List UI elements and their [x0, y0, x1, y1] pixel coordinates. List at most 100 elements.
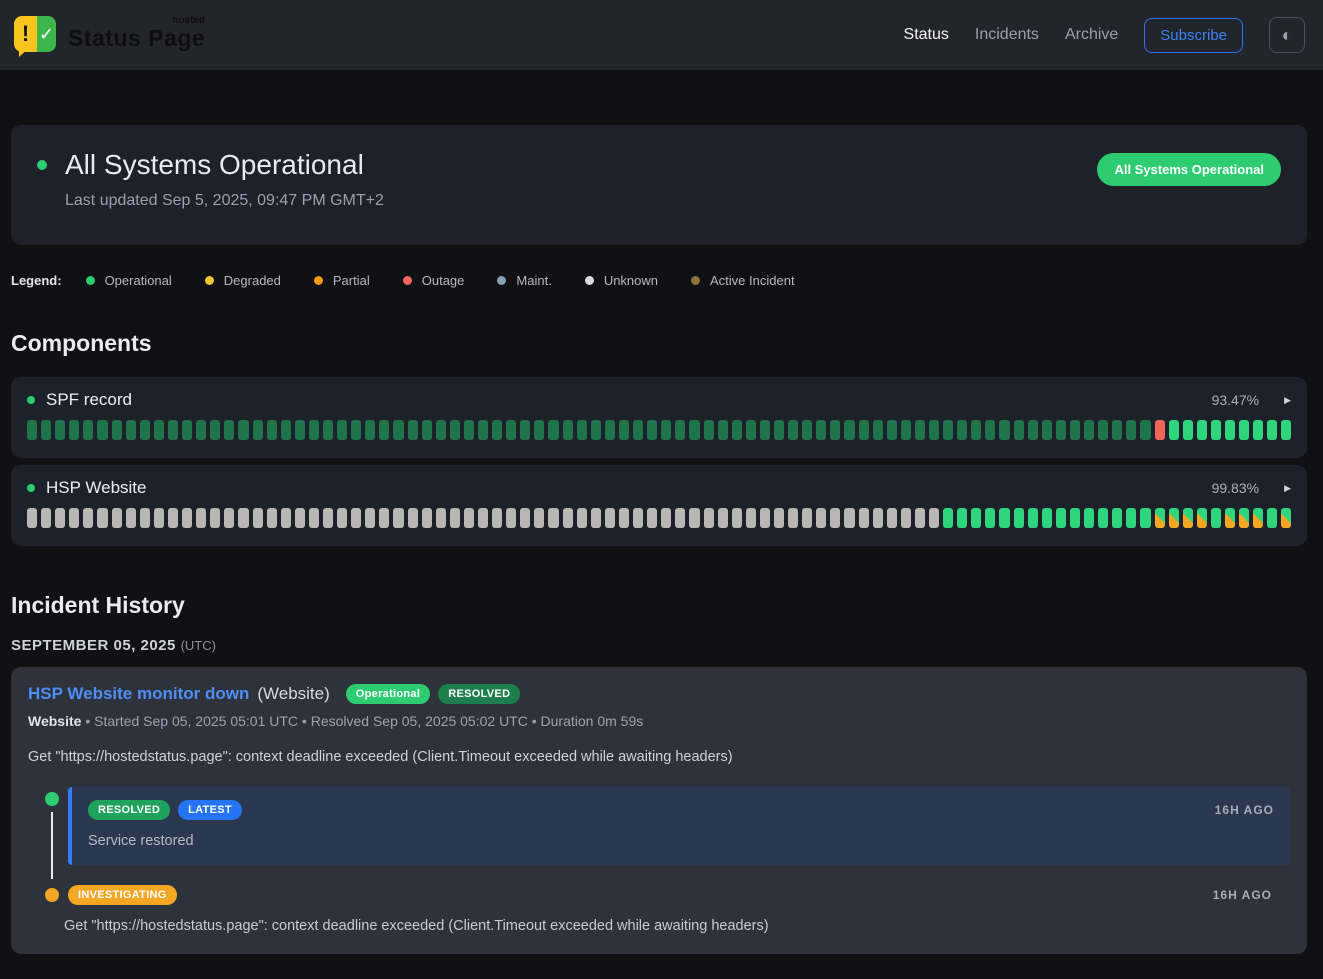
- uptime-bar[interactable]: [422, 508, 432, 528]
- uptime-bar[interactable]: [1155, 508, 1165, 528]
- uptime-bar[interactable]: [1042, 420, 1052, 440]
- uptime-bar[interactable]: [718, 508, 728, 528]
- uptime-bar[interactable]: [140, 508, 150, 528]
- uptime-bar[interactable]: [802, 420, 812, 440]
- uptime-bar[interactable]: [563, 420, 573, 440]
- uptime-bar[interactable]: [69, 508, 79, 528]
- uptime-bar[interactable]: [1225, 508, 1235, 528]
- uptime-bar[interactable]: [27, 420, 37, 440]
- uptime-bar[interactable]: [506, 508, 516, 528]
- uptime-bar[interactable]: [1183, 508, 1193, 528]
- uptime-bar[interactable]: [1098, 508, 1108, 528]
- uptime-bar[interactable]: [281, 420, 291, 440]
- uptime-bar[interactable]: [1169, 508, 1179, 528]
- uptime-bar[interactable]: [154, 420, 164, 440]
- uptime-bar[interactable]: [915, 508, 925, 528]
- uptime-bar[interactable]: [985, 508, 995, 528]
- uptime-bar[interactable]: [591, 508, 601, 528]
- component-header[interactable]: SPF record93.47%▶: [27, 390, 1291, 410]
- uptime-bar[interactable]: [971, 508, 981, 528]
- uptime-bar[interactable]: [309, 508, 319, 528]
- nav-incidents[interactable]: Incidents: [975, 26, 1039, 44]
- uptime-bar[interactable]: [746, 420, 756, 440]
- incident-title-link[interactable]: HSP Website monitor down: [28, 684, 249, 704]
- uptime-bar[interactable]: [464, 508, 474, 528]
- uptime-bar[interactable]: [1281, 508, 1291, 528]
- uptime-bar[interactable]: [704, 508, 714, 528]
- uptime-bar[interactable]: [365, 508, 375, 528]
- uptime-bar[interactable]: [55, 508, 65, 528]
- uptime-bar[interactable]: [534, 420, 544, 440]
- uptime-bar[interactable]: [253, 420, 263, 440]
- uptime-bar[interactable]: [393, 420, 403, 440]
- uptime-bar[interactable]: [1084, 420, 1094, 440]
- uptime-bar[interactable]: [436, 420, 446, 440]
- uptime-bar[interactable]: [1112, 508, 1122, 528]
- uptime-bar[interactable]: [774, 508, 784, 528]
- uptime-bar[interactable]: [337, 420, 347, 440]
- uptime-bar[interactable]: [224, 508, 234, 528]
- uptime-bar[interactable]: [647, 508, 657, 528]
- uptime-bar[interactable]: [661, 420, 671, 440]
- uptime-bar[interactable]: [323, 420, 333, 440]
- uptime-bar[interactable]: [210, 420, 220, 440]
- uptime-bar[interactable]: [619, 508, 629, 528]
- uptime-bar[interactable]: [112, 508, 122, 528]
- uptime-bar[interactable]: [957, 508, 967, 528]
- expand-triangle-icon[interactable]: ▶: [1284, 483, 1291, 494]
- uptime-bar[interactable]: [943, 420, 953, 440]
- uptime-bar[interactable]: [238, 508, 248, 528]
- uptime-bar[interactable]: [1056, 420, 1066, 440]
- uptime-bar[interactable]: [1014, 508, 1024, 528]
- expand-triangle-icon[interactable]: ▶: [1284, 395, 1291, 406]
- uptime-bar[interactable]: [746, 508, 756, 528]
- uptime-bar[interactable]: [238, 420, 248, 440]
- uptime-bar[interactable]: [605, 508, 615, 528]
- uptime-bar[interactable]: [816, 420, 826, 440]
- component-card[interactable]: HSP Website99.83%▶: [11, 465, 1307, 546]
- uptime-bar[interactable]: [1070, 420, 1080, 440]
- uptime-bar[interactable]: [1126, 420, 1136, 440]
- uptime-bar[interactable]: [281, 508, 291, 528]
- uptime-bar[interactable]: [563, 508, 573, 528]
- uptime-bar[interactable]: [323, 508, 333, 528]
- uptime-bar[interactable]: [704, 420, 714, 440]
- uptime-bar[interactable]: [1042, 508, 1052, 528]
- uptime-bar[interactable]: [844, 420, 854, 440]
- uptime-bar[interactable]: [1028, 508, 1038, 528]
- uptime-bar[interactable]: [1183, 420, 1193, 440]
- uptime-bar[interactable]: [605, 420, 615, 440]
- uptime-bar[interactable]: [548, 420, 558, 440]
- uptime-bar[interactable]: [859, 508, 869, 528]
- uptime-bar[interactable]: [1126, 508, 1136, 528]
- uptime-bar[interactable]: [816, 508, 826, 528]
- uptime-bar[interactable]: [1098, 420, 1108, 440]
- uptime-bar[interactable]: [844, 508, 854, 528]
- uptime-bar[interactable]: [1112, 420, 1122, 440]
- uptime-bar[interactable]: [887, 420, 897, 440]
- uptime-bar[interactable]: [1014, 420, 1024, 440]
- uptime-bar[interactable]: [69, 420, 79, 440]
- uptime-bar[interactable]: [943, 508, 953, 528]
- uptime-bar[interactable]: [887, 508, 897, 528]
- uptime-bar[interactable]: [41, 420, 51, 440]
- uptime-bar[interactable]: [520, 420, 530, 440]
- uptime-bar[interactable]: [732, 508, 742, 528]
- uptime-bar[interactable]: [267, 420, 277, 440]
- uptime-bar[interactable]: [859, 420, 869, 440]
- uptime-bar[interactable]: [788, 508, 798, 528]
- uptime-bar[interactable]: [802, 508, 812, 528]
- uptime-bar[interactable]: [140, 420, 150, 440]
- uptime-bar[interactable]: [1084, 508, 1094, 528]
- uptime-bar[interactable]: [548, 508, 558, 528]
- uptime-bar[interactable]: [408, 420, 418, 440]
- uptime-bar[interactable]: [971, 420, 981, 440]
- uptime-bar[interactable]: [295, 420, 305, 440]
- uptime-bar[interactable]: [408, 508, 418, 528]
- uptime-bar[interactable]: [591, 420, 601, 440]
- uptime-bar[interactable]: [450, 420, 460, 440]
- uptime-bar[interactable]: [689, 420, 699, 440]
- uptime-bar[interactable]: [492, 420, 502, 440]
- uptime-bar[interactable]: [379, 508, 389, 528]
- nav-archive[interactable]: Archive: [1065, 26, 1118, 44]
